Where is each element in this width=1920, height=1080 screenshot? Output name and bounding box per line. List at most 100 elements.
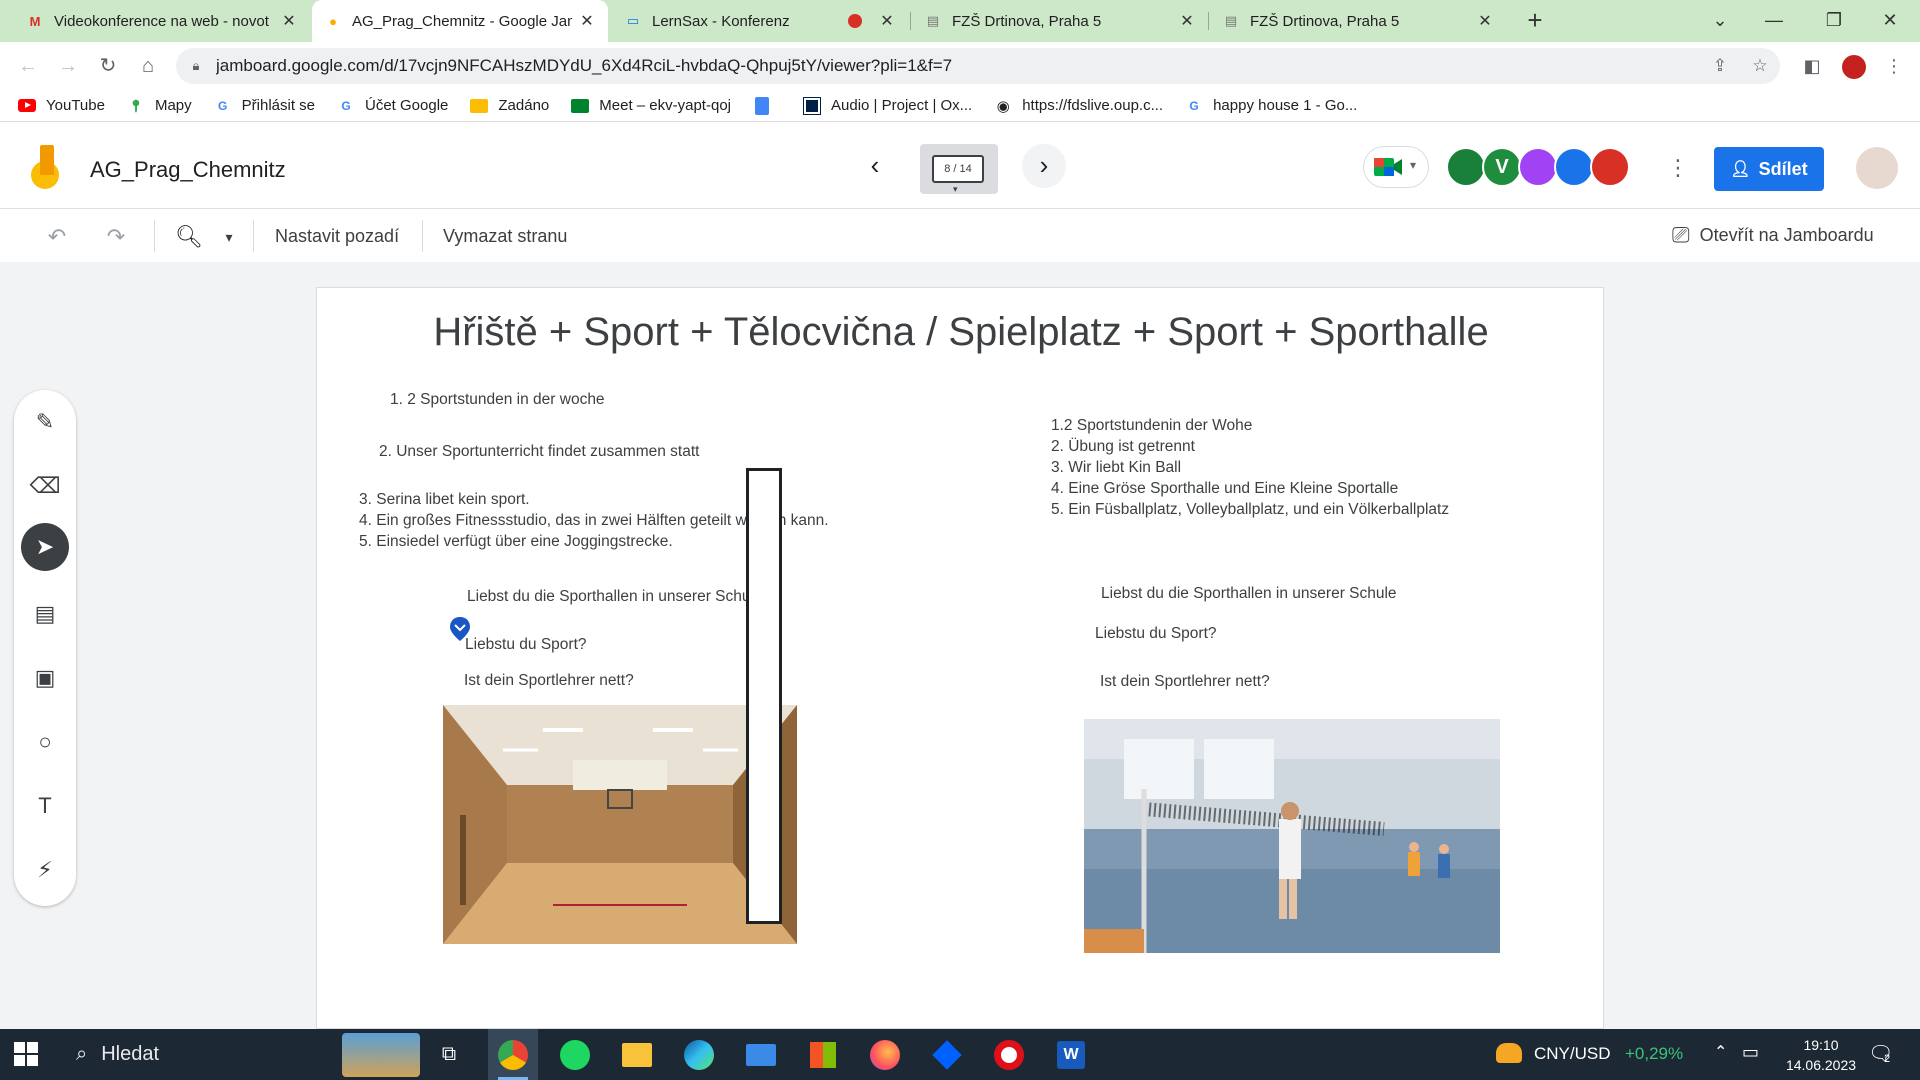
volleyball-match-photo[interactable]	[1084, 719, 1500, 953]
bookmark-prihlasit[interactable]: G Přihlásit se	[214, 97, 315, 114]
firefox-taskbar-icon[interactable]	[860, 1029, 910, 1080]
text-box-icon[interactable]: T	[25, 786, 65, 826]
collaborator-avatar[interactable]	[1554, 147, 1594, 187]
circle-shape-icon[interactable]: ○	[25, 722, 65, 762]
search-highlight-image[interactable]	[342, 1033, 420, 1077]
undo-icon[interactable]: ↶	[42, 222, 72, 252]
pen-icon[interactable]: ✎	[25, 402, 65, 442]
share-button[interactable]: 👤︎ Sdílet	[1714, 147, 1824, 191]
taskbar-search[interactable]: ⌕ Hledat	[76, 1043, 159, 1066]
right-item-4[interactable]: 4. Eine Gröse Sporthalle und Eine Kleine…	[1051, 478, 1398, 500]
ticker-change[interactable]: +0,29%	[1625, 1044, 1683, 1064]
clear-frame-button[interactable]: Vymazat stranu	[443, 226, 567, 247]
collaborator-avatar[interactable]: V	[1482, 147, 1522, 187]
right-question-2[interactable]: Liebstu du Sport?	[1095, 623, 1217, 645]
spotify-taskbar-icon[interactable]	[550, 1029, 600, 1080]
tab-fzs-2[interactable]: ▤ FZŠ Drtinova, Praha 5 ✕	[1210, 0, 1506, 42]
bookmark-mapy[interactable]: 📍︎ Mapy	[127, 97, 191, 114]
close-tab-icon[interactable]: ✕	[1178, 11, 1196, 31]
tab-fzs-1[interactable]: ▤ FZŠ Drtinova, Praha 5 ✕	[912, 0, 1208, 42]
set-background-button[interactable]: Nastavit pozadí	[275, 226, 399, 247]
right-item-5[interactable]: 5. Ein Füsballplatz, Volleyballplatz, un…	[1051, 499, 1449, 521]
close-tab-icon[interactable]: ✕	[878, 11, 896, 31]
browser-menu-icon[interactable]: ⋮	[1878, 50, 1910, 82]
zoom-icon[interactable]: 🔍︎	[174, 222, 204, 252]
right-item-1[interactable]: 1.2 Sportstundenin der Wohe	[1051, 415, 1252, 437]
system-clock[interactable]: 19:10 14.06.2023	[1776, 1035, 1866, 1075]
bookmark-oxford-audio[interactable]: Audio | Project | Ox...	[803, 96, 972, 115]
close-tab-icon[interactable]: ✕	[578, 11, 596, 31]
bookmark-meet[interactable]: Meet – ekv-yapt-qoj	[571, 97, 731, 114]
column-divider-shape[interactable]	[746, 468, 782, 924]
tab-lernsax[interactable]: ▭ LernSax - Konferenz ✕	[612, 0, 908, 42]
file-explorer-taskbar-icon[interactable]	[612, 1029, 662, 1080]
tab-jamboard[interactable]: ● AG_Prag_Chemnitz - Google Jam ✕	[312, 0, 608, 42]
eraser-icon[interactable]: ⌫	[25, 466, 65, 506]
gym-hall-photo[interactable]	[443, 705, 797, 944]
tab-search-chevron-icon[interactable]: ⌄	[1690, 0, 1750, 42]
word-taskbar-icon[interactable]: W	[1046, 1029, 1096, 1080]
present-to-meet-button[interactable]: ▾	[1363, 146, 1429, 188]
minimize-button[interactable]: —	[1744, 0, 1804, 42]
select-cursor-icon[interactable]: ➤	[21, 523, 69, 571]
home-button[interactable]: ⌂	[132, 50, 164, 82]
opera-taskbar-icon[interactable]	[984, 1029, 1034, 1080]
left-question-3[interactable]: Ist dein Sportlehrer nett?	[464, 670, 634, 692]
collaborator-avatar[interactable]	[1590, 147, 1630, 187]
left-item-1[interactable]: 1. 2 Sportstunden in der woche	[390, 389, 605, 411]
address-bar[interactable]: 🔒︎ jamboard.google.com/d/17vcjn9NFCAHszM…	[176, 48, 1780, 84]
location-pin-icon[interactable]	[450, 617, 470, 641]
left-question-2[interactable]: Liebstu du Sport?	[465, 634, 587, 656]
edge-taskbar-icon[interactable]	[674, 1029, 724, 1080]
jam-frame[interactable]: Hřiště + Sport + Tělocvična / Spielplatz…	[316, 287, 1604, 1029]
bookmark-fdslive[interactable]: ◉ https://fdslive.oup.c...	[994, 97, 1163, 115]
laser-icon[interactable]: ⚡︎	[25, 850, 65, 890]
lock-icon[interactable]: 🔒︎	[176, 58, 216, 74]
bookmark-youtube[interactable]: YouTube	[18, 97, 105, 114]
image-icon[interactable]: ▣	[25, 658, 65, 698]
dropbox-taskbar-icon[interactable]	[922, 1029, 972, 1080]
jamboard-logo-icon[interactable]	[28, 145, 62, 191]
chevron-down-icon[interactable]: ▾	[214, 222, 244, 252]
sticky-note-icon[interactable]: ▤	[25, 594, 65, 634]
network-icon[interactable]: ▭	[1742, 1042, 1759, 1063]
side-panel-icon[interactable]: ◧	[1796, 50, 1828, 82]
weather-icon[interactable]	[1496, 1043, 1522, 1063]
document-title[interactable]: AG_Prag_Chemnitz	[90, 157, 286, 183]
redo-icon[interactable]: ↷	[101, 222, 131, 252]
close-window-button[interactable]: ✕	[1860, 0, 1920, 42]
previous-frame-button[interactable]: ‹	[853, 144, 897, 188]
next-frame-button[interactable]: ›	[1022, 144, 1066, 188]
right-item-2[interactable]: 2. Übung ist getrennt	[1051, 436, 1195, 458]
collaborator-avatar[interactable]	[1518, 147, 1558, 187]
ticker-symbol[interactable]: CNY/USD	[1534, 1044, 1611, 1064]
bookmark-star-icon[interactable]: ☆	[1740, 56, 1780, 76]
open-in-jamboard-button[interactable]: ⎚ Otevřít na Jamboardu	[1672, 222, 1874, 248]
tray-chevron-up-icon[interactable]: ⌃	[1714, 1042, 1727, 1062]
back-button[interactable]: ←	[12, 50, 44, 82]
bookmark-docs[interactable]	[753, 96, 781, 115]
new-tab-button[interactable]: +	[1520, 6, 1550, 36]
forward-button[interactable]: →	[52, 50, 84, 82]
right-question-1[interactable]: Liebst du die Sporthallen in unserer Sch…	[1101, 583, 1397, 605]
left-item-2[interactable]: 2. Unser Sportunterricht findet zusammen…	[379, 441, 699, 463]
bookmark-zadano[interactable]: Zadáno	[470, 97, 549, 114]
more-options-icon[interactable]: ⋮	[1666, 155, 1690, 181]
frame-title[interactable]: Hřiště + Sport + Tělocvična / Spielplatz…	[317, 310, 1605, 355]
restore-button[interactable]: ❐	[1804, 0, 1864, 42]
left-question-1[interactable]: Liebst du die Sporthallen in unserer Sch…	[467, 586, 763, 608]
tab-videokonference[interactable]: M Videokonference na web - novot ✕	[14, 0, 310, 42]
reload-button[interactable]: ↻	[92, 50, 124, 82]
share-page-icon[interactable]: ⇪	[1700, 56, 1740, 76]
bookmark-happy-house[interactable]: G happy house 1 - Go...	[1185, 97, 1357, 114]
bookmark-ucet-google[interactable]: G Účet Google	[337, 97, 448, 114]
store-taskbar-icon[interactable]	[798, 1029, 848, 1080]
left-item-5[interactable]: 5. Einsiedel verfügt über eine Joggingst…	[359, 531, 673, 553]
collaborator-avatar[interactable]	[1446, 147, 1486, 187]
profile-avatar[interactable]	[1838, 50, 1870, 82]
mail-taskbar-icon[interactable]	[736, 1029, 786, 1080]
url-text[interactable]: jamboard.google.com/d/17vcjn9NFCAHszMDYd…	[216, 56, 1700, 76]
task-view-icon[interactable]: ⧉	[424, 1029, 474, 1080]
account-avatar[interactable]	[1856, 147, 1898, 189]
left-item-3[interactable]: 3. Serina libet kein sport.	[359, 489, 530, 511]
